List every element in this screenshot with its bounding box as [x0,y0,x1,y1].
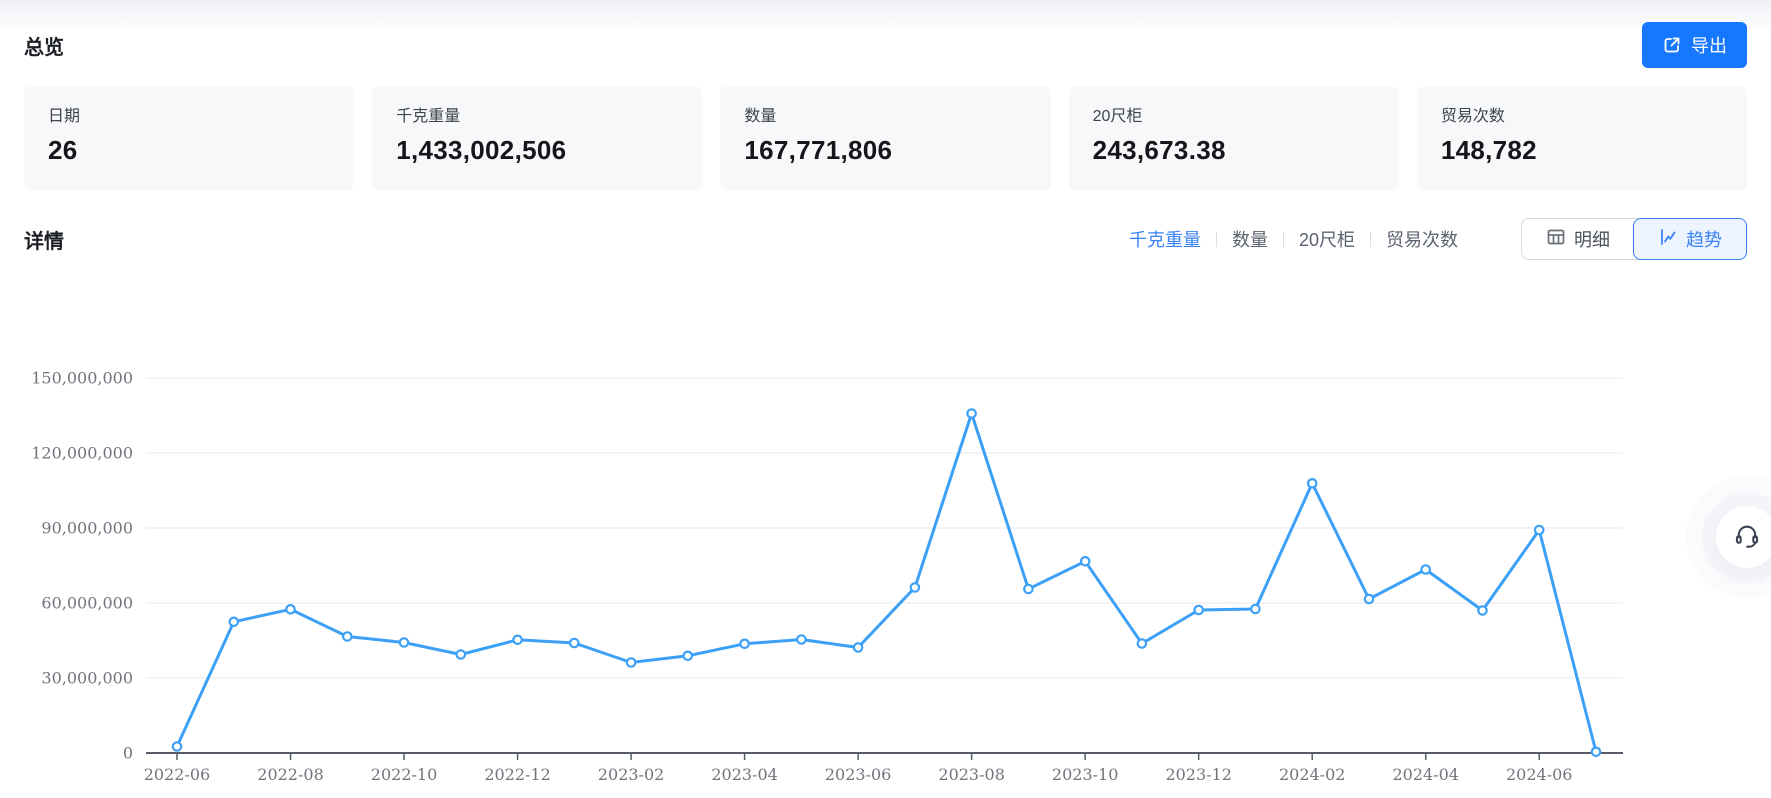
trend-chart: 0 30,000,000 60,000,000 90,000,000 120,000,0… [0,260,1771,793]
stat-card-value: 148,782 [1441,135,1723,166]
data-point [1024,585,1032,593]
overview-header: 总览 导出 [24,21,1747,69]
data-point [797,635,805,643]
y-axis-label: 30,000,000 [41,669,133,688]
x-axis-label: 2022-06 [144,765,210,784]
support-fab[interactable] [1716,506,1771,568]
details-title: 详情 [24,225,64,254]
data-point [911,583,919,591]
metric-tab[interactable]: 20尺柜 [1284,226,1370,252]
data-point [173,742,181,750]
metric-tab[interactable]: 贸易次数 [1371,226,1473,252]
x-axis-label: 2023-04 [711,765,777,784]
data-point [740,640,748,648]
data-point [1422,565,1430,573]
stat-card-label: 数量 [744,102,1026,126]
data-point [854,643,862,651]
stat-cards: 日期 26 千克重量 1,433,002,506 数量 167,771,806 20尺柜 24… [24,86,1747,191]
data-point [457,650,465,658]
details-controls: 千克重量数量20尺柜贸易次数 明细 趋势 [1114,218,1747,260]
overview-title: 总览 [24,31,64,60]
stat-card-value: 1,433,002,506 [396,135,678,166]
data-point [343,632,351,640]
metric-tab[interactable]: 千克重量 [1114,226,1216,252]
x-axis-label: 2023-12 [1165,765,1231,784]
data-point [286,605,294,613]
data-point [1308,479,1316,487]
metric-tab[interactable]: 数量 [1217,226,1283,252]
stat-card-value: 167,771,806 [744,135,1026,166]
export-icon [1662,35,1682,55]
stat-card: 贸易次数 148,782 [1417,86,1747,191]
stat-card-value: 26 [48,135,330,166]
data-point [400,638,408,646]
y-axis-label: 0 [123,744,133,763]
y-axis-label: 90,000,000 [41,519,133,538]
y-axis-label: 150,000,000 [31,369,133,388]
table-icon [1546,227,1566,252]
data-point [1478,606,1486,614]
toggle-label: 明细 [1574,226,1610,252]
stat-card-label: 20尺柜 [1093,102,1375,126]
x-axis-label: 2024-02 [1279,765,1345,784]
data-point [627,658,635,666]
data-point [230,618,238,626]
data-point [1365,595,1373,603]
x-axis-label: 2023-02 [598,765,664,784]
stat-card-value: 243,673.38 [1093,135,1375,166]
headset-icon [1733,522,1761,553]
x-axis-label: 2022-12 [484,765,550,784]
data-point [1195,606,1203,614]
view-toggle: 明细 趋势 [1521,218,1747,260]
export-button[interactable]: 导出 [1642,22,1747,68]
x-axis-label: 2024-06 [1506,765,1572,784]
details-header: 详情 千克重量数量20尺柜贸易次数 明细 趋势 [24,218,1747,260]
data-point [1251,605,1259,613]
data-point [1592,748,1600,756]
y-axis-label: 120,000,000 [31,444,133,463]
data-point [570,639,578,647]
data-point [1535,526,1543,534]
x-axis-label: 2023-10 [1052,765,1118,784]
stat-card-label: 贸易次数 [1441,102,1723,126]
trend-line [177,414,1596,752]
trend-chart-svg: 0 30,000,000 60,000,000 90,000,000 120,000,0… [0,260,1771,793]
detail-view-button[interactable]: 明细 [1522,219,1634,259]
x-axis-label: 2022-10 [371,765,437,784]
data-point [513,636,521,644]
toggle-label: 趋势 [1686,226,1722,252]
x-axis-label: 2022-08 [257,765,323,784]
data-point [967,409,975,417]
x-axis-label: 2024-04 [1392,765,1458,784]
metric-tabs: 千克重量数量20尺柜贸易次数 [1114,226,1473,252]
stat-card: 20尺柜 243,673.38 [1069,86,1399,191]
y-axis-label: 60,000,000 [41,594,133,613]
stat-card: 日期 26 [24,86,354,191]
x-axis-label: 2023-06 [825,765,891,784]
stat-card-label: 日期 [48,102,330,126]
stat-card: 数量 167,771,806 [720,86,1050,191]
trend-icon [1658,227,1678,252]
data-point [684,652,692,660]
stat-card-label: 千克重量 [396,102,678,126]
x-axis-label: 2023-08 [938,765,1004,784]
trend-view-button[interactable]: 趋势 [1633,218,1747,260]
stat-card: 千克重量 1,433,002,506 [372,86,702,191]
data-point [1081,557,1089,565]
export-label: 导出 [1691,32,1727,58]
data-point [1138,639,1146,647]
